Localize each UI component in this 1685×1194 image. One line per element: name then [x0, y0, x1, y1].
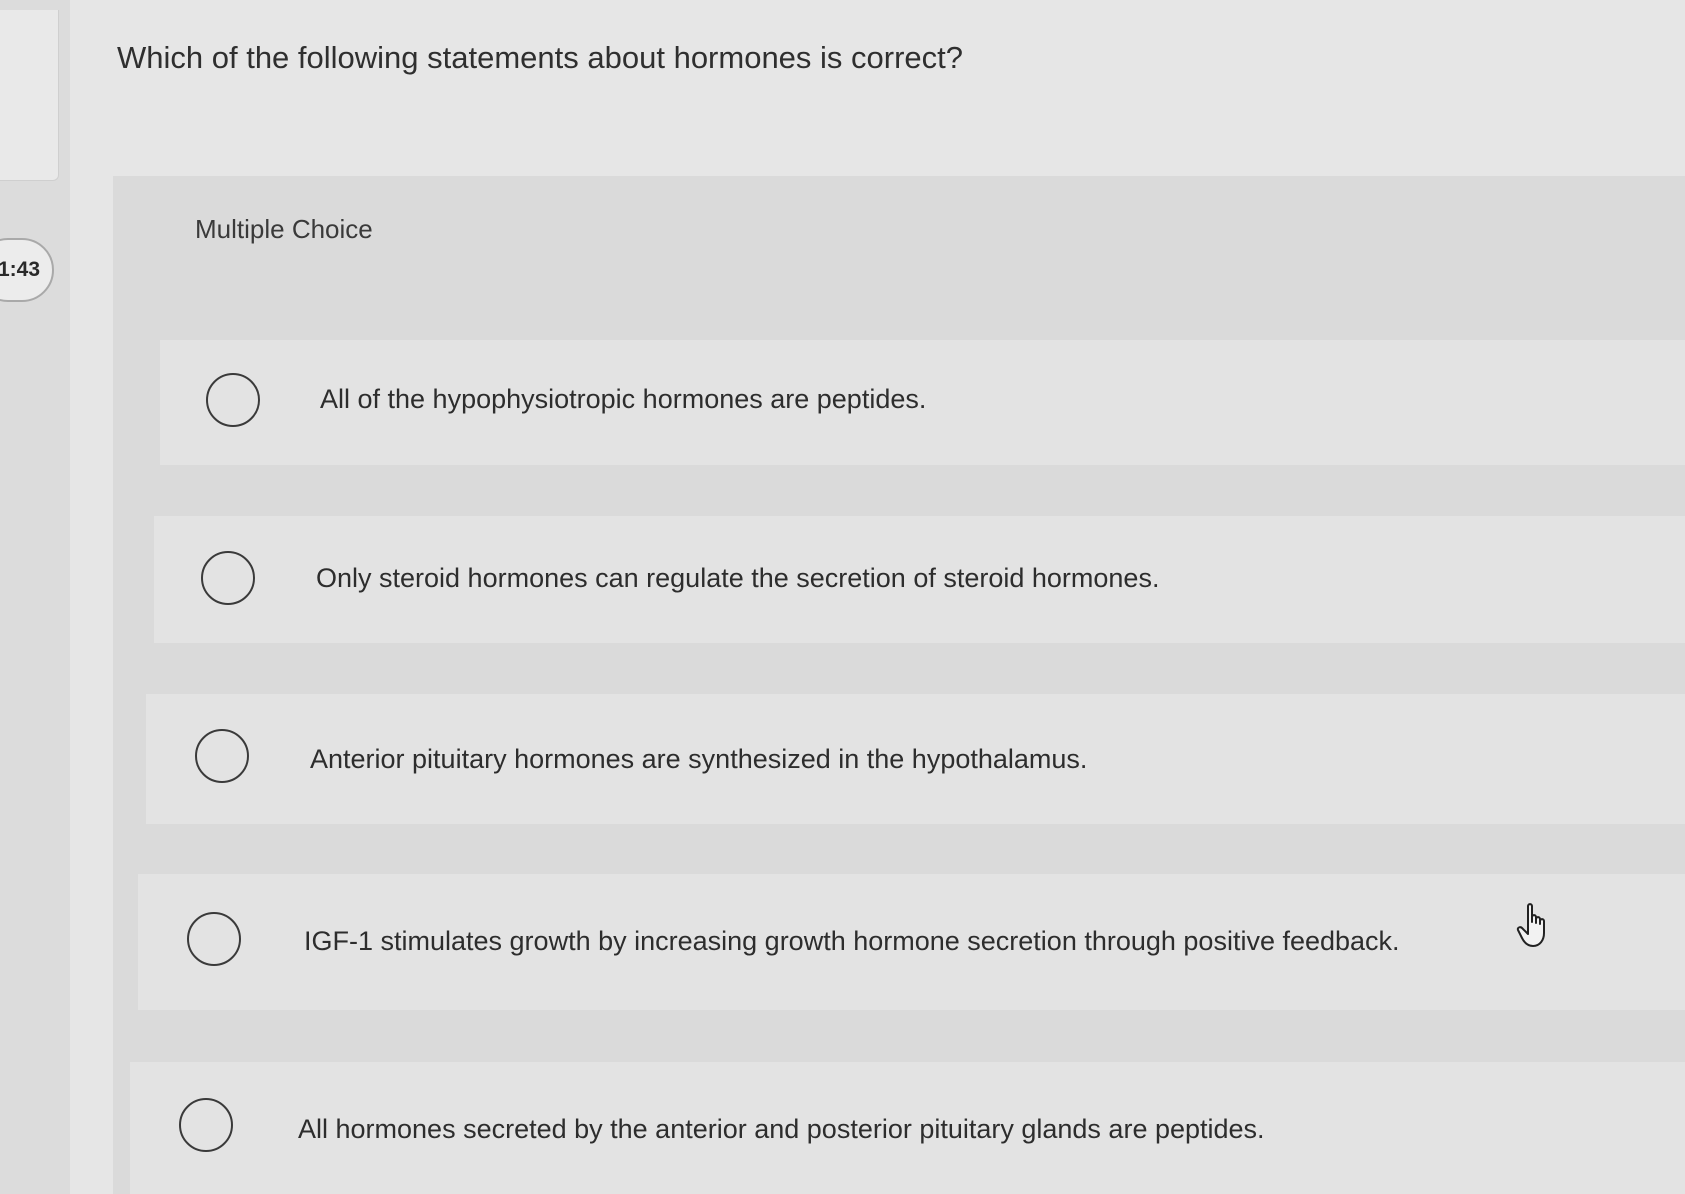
radio-unchecked-icon[interactable]	[201, 551, 255, 605]
radio-unchecked-icon[interactable]	[206, 373, 260, 427]
navigation-button[interactable]: )	[0, 10, 59, 181]
question-text: Which of the following statements about …	[117, 40, 964, 75]
question-type-label: Multiple Choice	[195, 214, 373, 244]
hand-pointer-icon	[1516, 903, 1545, 947]
radio-unchecked-icon[interactable]	[195, 729, 249, 783]
radio-unchecked-icon[interactable]	[179, 1098, 233, 1152]
option-3[interactable]: Anterior pituitary hormones are synthesi…	[146, 694, 1685, 824]
option-2-label: Only steroid hormones can regulate the s…	[316, 563, 1160, 593]
radio-unchecked-icon[interactable]	[187, 912, 241, 966]
option-1-label: All of the hypophysiotropic hormones are…	[320, 384, 927, 414]
option-3-label: Anterior pituitary hormones are synthesi…	[310, 744, 1088, 774]
option-5-label: All hormones secreted by the anterior an…	[298, 1114, 1265, 1144]
option-4-label: IGF-1 stimulates growth by increasing gr…	[304, 926, 1400, 956]
option-5[interactable]: All hormones secreted by the anterior an…	[130, 1062, 1685, 1194]
nav-glyph-icon: )	[0, 58, 5, 122]
timer-badge[interactable]: 1:43	[0, 238, 54, 302]
option-2[interactable]: Only steroid hormones can regulate the s…	[154, 516, 1685, 643]
choice-panel	[113, 176, 1685, 1194]
option-4[interactable]: IGF-1 stimulates growth by increasing gr…	[138, 874, 1685, 1010]
timer-text: 1:43	[0, 258, 40, 281]
option-1[interactable]: All of the hypophysiotropic hormones are…	[160, 340, 1685, 465]
left-rail: ) 1:43	[0, 0, 70, 1194]
